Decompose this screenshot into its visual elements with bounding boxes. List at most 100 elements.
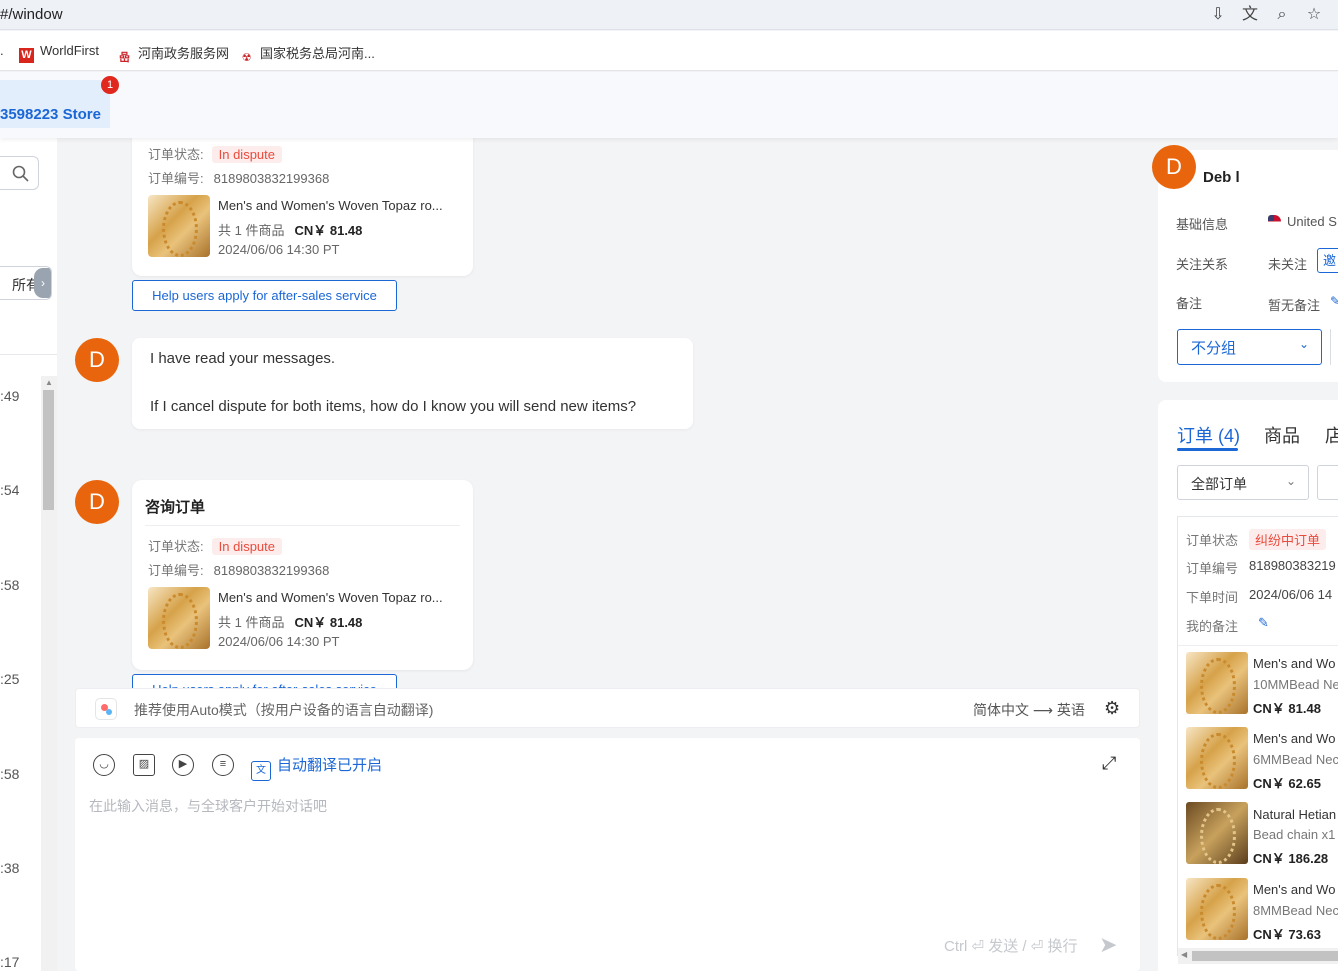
active-tab-indicator xyxy=(1177,448,1238,451)
order-filter-select[interactable]: 全部订单 ⌄ xyxy=(1177,465,1309,500)
horizontal-scrollbar[interactable]: ◀ xyxy=(1178,948,1338,964)
product-price: CN￥ 186.28 xyxy=(1253,851,1329,866)
product-image[interactable] xyxy=(148,195,210,257)
product-image[interactable] xyxy=(1186,727,1248,789)
product-spec: Bead chain x1 xyxy=(1253,827,1336,842)
product-qty-price: 共 1 件商品 CN￥ 81.48 xyxy=(218,220,362,239)
my-note-label: 我的备注 xyxy=(1186,619,1239,634)
invite-button[interactable]: 邀 xyxy=(1317,248,1338,273)
product-title[interactable]: Men's and Wo xyxy=(1253,882,1335,897)
send-icon[interactable]: ➤ xyxy=(1099,932,1117,958)
avatar: D xyxy=(75,480,119,524)
order-number: 8189803832199368 xyxy=(213,563,330,578)
url-text[interactable]: #/window xyxy=(0,6,63,23)
gear-icon[interactable]: ⚙ xyxy=(1104,698,1120,719)
product-qty: 共 1 件商品 xyxy=(218,615,285,630)
store-tab-label: 3598223 Store xyxy=(0,106,101,123)
language-pair[interactable]: 简体中文 ⟶ 英语 xyxy=(973,700,1085,720)
tab-store[interactable]: 店 xyxy=(1325,422,1338,448)
note-value: 暂无备注 xyxy=(1268,298,1321,313)
group-select-value: 不分组 xyxy=(1191,340,1237,357)
bookmark-worldfirst[interactable]: W WorldFirst xyxy=(19,43,99,63)
bookmark-henan-gov[interactable]: 嵒河南政务服务网 xyxy=(117,43,229,66)
conversation-time: :58 xyxy=(0,766,20,782)
order-number-label: 订单编号 xyxy=(1186,561,1239,576)
product-image[interactable] xyxy=(1186,652,1248,714)
product-qty: 共 1 件商品 xyxy=(218,223,285,238)
bookmark-separator: . xyxy=(0,43,4,58)
conversation-time: :49 xyxy=(0,388,20,404)
order-number[interactable]: 818980383219 xyxy=(1249,558,1336,573)
edit-note-icon[interactable]: ✎ xyxy=(1258,615,1269,631)
order-status-label: 订单状态 xyxy=(1186,533,1239,548)
bookmark-tax-bureau[interactable]: ☢ 国家税务总局河南... xyxy=(239,43,375,66)
customer-avatar: D xyxy=(1152,145,1196,189)
product-title[interactable]: Men's and Wo xyxy=(1253,731,1335,746)
product-price: CN￥ 73.63 xyxy=(1253,927,1321,942)
auto-translate-label: 自动翻译已开启 xyxy=(277,757,383,774)
product-name[interactable]: Men's and Women's Woven Topaz ro... xyxy=(218,590,443,605)
translate-icon[interactable]: 文 xyxy=(1240,5,1260,25)
order-time: 2024/06/06 14 xyxy=(1249,587,1333,602)
zoom-icon[interactable]: ⌕ xyxy=(1272,5,1292,25)
edit-note-icon[interactable]: ✎ xyxy=(1330,294,1338,308)
order-time: 2024/06/06 14:30 PT xyxy=(218,634,340,649)
filter-all-button[interactable]: 所有 › xyxy=(0,266,52,300)
product-spec: 6MMBead Nec xyxy=(1253,752,1338,767)
install-icon[interactable]: ⇩ xyxy=(1208,5,1228,25)
search-button[interactable] xyxy=(0,156,39,190)
product-image[interactable] xyxy=(148,587,210,649)
product-image[interactable] xyxy=(1186,802,1248,864)
tab-products[interactable]: 商品 xyxy=(1264,422,1300,448)
order-inquiry-card: 咨询订单 订单状态: In dispute 订单编号: 81898038321993… xyxy=(132,480,473,670)
auto-translate-toggle[interactable]: 文自动翻译已开启 xyxy=(251,754,382,781)
image-icon[interactable]: ▨ xyxy=(133,754,155,776)
emoji-icon[interactable]: ◡ xyxy=(93,754,115,776)
star-icon[interactable]: ☆ xyxy=(1304,5,1324,25)
send-shortcut-hint: Ctrl ⏎ 发送 / ⏎ 换行 xyxy=(944,938,1078,955)
group-action[interactable] xyxy=(1330,329,1338,365)
message-composer: ◡ ▨ ▶ ≡ 文自动翻译已开启 ⤢ 在此输入消息，与全球客户开始对话吧 Ctr… xyxy=(75,738,1140,971)
scrollbar-thumb[interactable] xyxy=(43,390,54,510)
conversation-list: 所有 › ▲ :49 :54 :58 :25 :58 :38 :17 xyxy=(0,138,57,971)
product-image[interactable] xyxy=(1186,878,1248,940)
chat-messages[interactable]: 订单状态: In dispute 订单编号: 8189803832199368 Me… xyxy=(57,138,1147,688)
product-name[interactable]: Men's and Women's Woven Topaz ro... xyxy=(218,198,443,213)
order-number-row: 订单编号: 8189803832199368 xyxy=(148,168,329,187)
product-price: CN￥ 62.65 xyxy=(1253,776,1321,791)
after-sales-button[interactable]: Help users apply for after-sales service xyxy=(132,674,397,688)
store-tab[interactable]: 3598223 Store xyxy=(0,80,110,128)
product-qty-price: 共 1 件商品 CN￥ 81.48 xyxy=(218,612,362,631)
scrollbar-thumb[interactable] xyxy=(1192,951,1338,961)
auto-mode-icon xyxy=(95,698,117,720)
follow-label: 关注关系 xyxy=(1176,257,1229,272)
order-status-row: 订单状态: In dispute xyxy=(148,144,282,163)
chevron-right-icon[interactable]: › xyxy=(34,268,51,298)
quick-reply-icon[interactable]: ≡ xyxy=(212,754,234,776)
divider xyxy=(1178,645,1338,646)
chevron-down-icon: ⌄ xyxy=(1285,474,1296,488)
henan-gov-icon: 嵒 xyxy=(119,52,130,64)
customer-country: United S xyxy=(1268,214,1337,229)
app-header: 3598223 Store 1 xyxy=(0,72,1338,138)
after-sales-button[interactable]: Help users apply for after-sales service xyxy=(132,280,397,311)
tab-orders[interactable]: 订单 (4) xyxy=(1177,422,1240,448)
product-price: CN￥ 81.48 xyxy=(294,615,363,630)
search-icon xyxy=(12,165,29,182)
bookmark-label: WorldFirst xyxy=(40,43,99,58)
order-search-button[interactable] xyxy=(1317,465,1338,500)
translate-icon: 文 xyxy=(251,761,271,781)
expand-icon[interactable]: ⤢ xyxy=(1102,753,1116,774)
order-time: 2024/06/06 14:30 PT xyxy=(218,242,340,257)
scroll-left-icon[interactable]: ◀ xyxy=(1181,950,1187,959)
scroll-up-icon[interactable]: ▲ xyxy=(45,378,53,387)
message-input[interactable]: 在此输入消息，与全球客户开始对话吧 xyxy=(89,796,327,816)
product-title[interactable]: Men's and Wo xyxy=(1253,656,1335,671)
order-number-row: 订单编号: 8189803832199368 xyxy=(148,560,329,579)
product-title[interactable]: Natural Hetian xyxy=(1253,807,1336,822)
tax-bureau-icon: ☢ xyxy=(241,52,252,64)
auto-mode-hint[interactable]: 推荐使用Auto模式（按用户设备的语言自动翻译) xyxy=(134,700,433,720)
worldfirst-icon: W xyxy=(19,48,34,63)
group-select[interactable]: 不分组 ⌄ xyxy=(1177,329,1322,365)
video-icon[interactable]: ▶ xyxy=(172,754,194,776)
